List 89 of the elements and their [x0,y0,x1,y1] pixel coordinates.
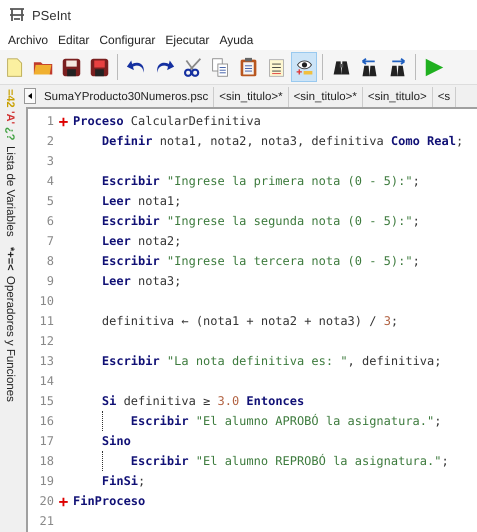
code-token: Entonces [245,394,304,408]
line-number: 20 [38,494,54,508]
code-token: definitiva [100,314,176,328]
line-number: 19 [38,474,54,488]
code-token: ; [456,134,464,148]
tab-scroll-button[interactable] [24,88,36,104]
code-token: , definitiva; [348,354,442,368]
code-token: nota3; [137,274,182,288]
code-token: Leer [100,234,131,248]
code-token: ; [412,174,420,188]
copy-icon [210,56,230,78]
window-title: PSeInt [32,8,72,22]
menu-item[interactable]: Ejecutar [161,33,214,47]
code-token: Leer [100,274,131,288]
line-number: 3 [46,154,54,168]
line-number: 15 [38,394,54,408]
file-tab[interactable]: <s [432,87,456,107]
code-token: Escribir [100,174,160,188]
line-number: 10 [38,294,54,308]
floppy-icon [88,56,110,78]
code-token: ; [390,314,398,328]
panel-glyph-icon[interactable]: *+=< [4,246,16,270]
code-token: "Ingrese la tercera nota (0 - 5):" [166,254,413,268]
code-token: Escribir [130,454,189,468]
code-token: Leer [100,194,131,208]
code-token: 3.0 [216,394,240,408]
code-token: ; [412,214,420,228]
panel-glyph-icon[interactable]: 'A' [4,110,16,124]
fold-marker[interactable]: + [58,112,68,130]
code-token: "Ingrese la segunda nota (0 - 5):" [166,214,413,228]
line-number: 17 [38,434,54,448]
line-number: 9 [46,274,54,288]
code-token: ; [412,254,420,268]
menu-item[interactable]: Ayuda [215,33,258,47]
line-number: 2 [46,134,54,148]
scissors-icon [182,56,202,78]
menu-item[interactable]: Configurar [95,33,160,47]
side-panel-tab[interactable]: Operadores y Funciones [4,276,16,402]
toolbar-button[interactable] [291,52,317,82]
line-number: 1 [46,114,54,128]
file-tab[interactable]: <sin_titulo>* [288,87,363,107]
code-token: Escribir [100,254,160,268]
code-token: Escribir [130,414,189,428]
line-number: 8 [46,254,54,268]
line-number: 4 [46,174,54,188]
code-token: 3 [384,314,391,328]
code-token: "El alumno REPROBÓ la asignatura." [194,454,442,468]
play-icon [424,56,444,78]
code-token: FinSi [100,474,138,488]
code-token: ; [441,454,449,468]
menu-item[interactable]: Archivo [4,33,52,47]
line-number: 14 [38,374,54,388]
line-number: 7 [46,234,54,248]
line-number: 6 [46,214,54,228]
code-token: "Ingrese la primera nota (0 - 5):" [166,174,413,188]
line-number: 13 [38,354,54,368]
code-token: nota1, nota2, nota3, definitiva [158,134,385,148]
code-token: "La nota definitiva es: " [166,354,348,368]
code-token: Si [100,394,116,408]
code-token: ← [181,314,189,328]
code-token: FinProceso [73,494,146,508]
code-token: Sino [100,434,131,448]
line-number: 16 [38,414,54,428]
code-token: ≥ [203,394,210,408]
clipboard-icon [238,56,258,78]
side-panel-tab[interactable]: Lista de Variables [4,146,16,237]
menu-item[interactable]: Editar [54,33,94,47]
code-token: Definir [100,134,152,148]
line-number: 12 [38,334,54,348]
code-token: nota2; [137,234,182,248]
floppy-icon [60,56,82,78]
code-token: "El alumno APROBÓ la asignatura." [194,414,434,428]
code-token: Escribir [100,354,160,368]
code-token: ; [138,474,146,488]
code-token: (nota1 + nota2 + nota3) / [194,314,378,328]
code-token: Proceso [73,114,124,128]
app-icon [8,6,26,24]
line-number: 21 [38,514,54,528]
fold-marker[interactable]: + [58,492,68,510]
code-token: definitiva [122,394,197,408]
caret-icon [28,93,32,99]
code-token: nota1; [137,194,182,208]
code-token: Escribir [100,214,160,228]
code-token: CalcularDefinitiva [130,114,261,128]
code-token: Como Real [390,134,456,148]
code-token: ; [434,414,442,428]
line-number: 5 [46,194,54,208]
line-number: 11 [38,314,54,328]
line-number: 18 [38,454,54,468]
